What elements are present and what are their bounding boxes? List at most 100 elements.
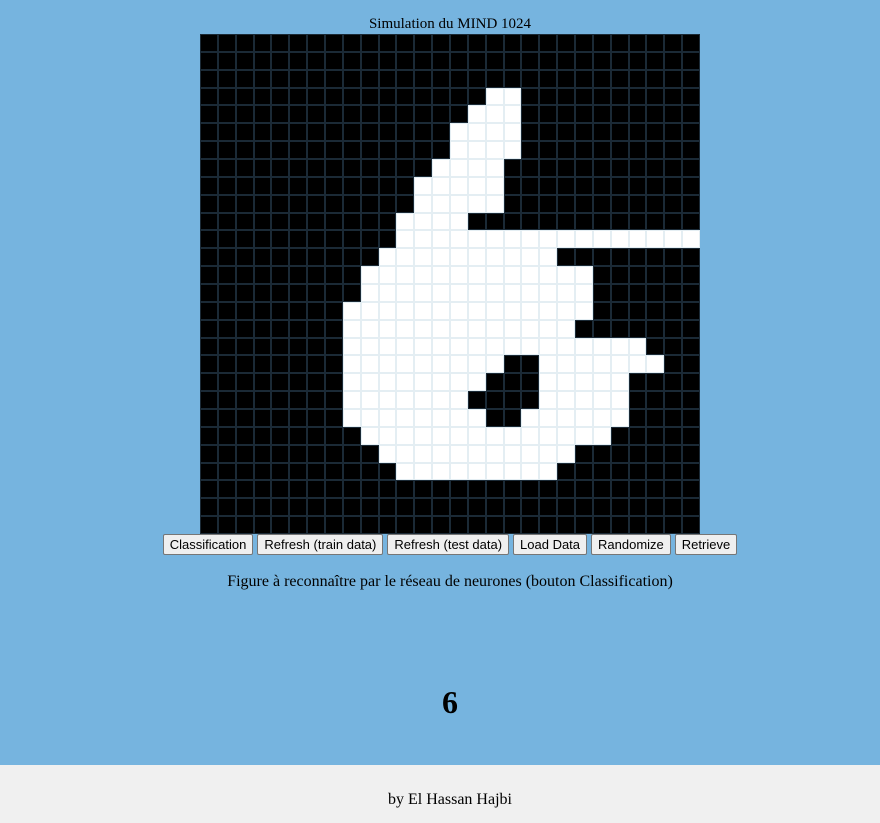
pixel-cell[interactable] xyxy=(217,284,236,302)
pixel-cell[interactable] xyxy=(289,69,308,88)
pixel-cell[interactable] xyxy=(325,212,343,231)
pixel-cell[interactable] xyxy=(378,123,397,142)
pixel-cell[interactable] xyxy=(432,159,450,177)
pixel-cell[interactable] xyxy=(342,194,361,213)
pixel-cell[interactable] xyxy=(414,87,433,106)
pixel-cell[interactable] xyxy=(360,480,379,499)
pixel-cell[interactable] xyxy=(342,51,361,70)
pixel-cell[interactable] xyxy=(664,123,683,142)
pixel-cell[interactable] xyxy=(289,123,308,142)
pixel-cell[interactable] xyxy=(539,284,558,302)
pixel-cell[interactable] xyxy=(467,51,486,70)
pixel-cell[interactable] xyxy=(414,51,433,70)
pixel-cell[interactable] xyxy=(450,337,468,356)
pixel-cell[interactable] xyxy=(539,105,558,124)
pixel-cell[interactable] xyxy=(682,69,700,88)
pixel-cell[interactable] xyxy=(521,498,540,517)
pixel-cell[interactable] xyxy=(575,516,593,534)
pixel-cell[interactable] xyxy=(467,391,486,409)
pixel-cell[interactable] xyxy=(271,391,290,409)
pixel-cell[interactable] xyxy=(253,248,272,267)
pixel-cell[interactable] xyxy=(557,426,575,445)
pixel-cell[interactable] xyxy=(682,516,700,534)
pixel-cell[interactable] xyxy=(467,480,486,499)
pixel-cell[interactable] xyxy=(378,212,397,231)
pixel-cell[interactable] xyxy=(503,355,522,374)
pixel-cell[interactable] xyxy=(342,176,361,195)
pixel-cell[interactable] xyxy=(539,159,558,177)
pixel-cell[interactable] xyxy=(682,105,700,124)
pixel-cell[interactable] xyxy=(289,444,308,463)
pixel-cell[interactable] xyxy=(646,337,665,356)
pixel-cell[interactable] xyxy=(378,51,397,70)
pixel-cell[interactable] xyxy=(378,34,397,52)
pixel-cell[interactable] xyxy=(271,159,290,177)
pixel-cell[interactable] xyxy=(628,230,647,249)
pixel-cell[interactable] xyxy=(592,284,611,302)
pixel-cell[interactable] xyxy=(360,212,379,231)
pixel-cell[interactable] xyxy=(485,319,504,338)
pixel-cell[interactable] xyxy=(557,337,575,356)
pixel-cell[interactable] xyxy=(682,444,700,463)
pixel-cell[interactable] xyxy=(628,301,647,320)
pixel-cell[interactable] xyxy=(646,87,665,106)
pixel-cell[interactable] xyxy=(200,51,218,70)
pixel-cell[interactable] xyxy=(592,462,611,481)
pixel-cell[interactable] xyxy=(467,141,486,159)
pixel-cell[interactable] xyxy=(271,319,290,338)
pixel-cell[interactable] xyxy=(557,51,575,70)
pixel-cell[interactable] xyxy=(682,176,700,195)
pixel-cell[interactable] xyxy=(450,266,468,284)
pixel-cell[interactable] xyxy=(307,301,325,320)
pixel-cell[interactable] xyxy=(307,409,325,427)
pixel-cell[interactable] xyxy=(664,409,683,427)
pixel-cell[interactable] xyxy=(378,176,397,195)
pixel-cell[interactable] xyxy=(253,462,272,481)
pixel-cell[interactable] xyxy=(539,230,558,249)
pixel-cell[interactable] xyxy=(485,69,504,88)
pixel-cell[interactable] xyxy=(539,194,558,213)
pixel-cell[interactable] xyxy=(664,159,683,177)
pixel-cell[interactable] xyxy=(289,159,308,177)
pixel-cell[interactable] xyxy=(342,230,361,249)
pixel-cell[interactable] xyxy=(217,337,236,356)
pixel-cell[interactable] xyxy=(628,87,647,106)
pixel-cell[interactable] xyxy=(432,69,450,88)
pixel-cell[interactable] xyxy=(664,426,683,445)
pixel-cell[interactable] xyxy=(342,337,361,356)
pixel-cell[interactable] xyxy=(521,105,540,124)
pixel-cell[interactable] xyxy=(253,301,272,320)
pixel-cell[interactable] xyxy=(235,230,254,249)
pixel-cell[interactable] xyxy=(521,230,540,249)
pixel-cell[interactable] xyxy=(682,51,700,70)
pixel-cell[interactable] xyxy=(342,480,361,499)
pixel-cell[interactable] xyxy=(396,34,415,52)
pixel-cell[interactable] xyxy=(485,409,504,427)
pixel-cell[interactable] xyxy=(610,51,629,70)
pixel-cell[interactable] xyxy=(289,462,308,481)
pixel-cell[interactable] xyxy=(539,426,558,445)
pixel-cell[interactable] xyxy=(485,462,504,481)
pixel-cell[interactable] xyxy=(557,498,575,517)
pixel-cell[interactable] xyxy=(360,51,379,70)
pixel-cell[interactable] xyxy=(235,159,254,177)
pixel-cell[interactable] xyxy=(360,105,379,124)
pixel-cell[interactable] xyxy=(396,462,415,481)
pixel-cell[interactable] xyxy=(521,373,540,392)
pixel-cell[interactable] xyxy=(485,373,504,392)
pixel-cell[interactable] xyxy=(307,462,325,481)
pixel-cell[interactable] xyxy=(271,230,290,249)
pixel-cell[interactable] xyxy=(646,498,665,517)
pixel-cell[interactable] xyxy=(396,373,415,392)
pixel-cell[interactable] xyxy=(378,159,397,177)
pixel-cell[interactable] xyxy=(521,69,540,88)
pixel-cell[interactable] xyxy=(521,266,540,284)
pixel-cell[interactable] xyxy=(360,409,379,427)
pixel-cell[interactable] xyxy=(325,426,343,445)
pixel-cell[interactable] xyxy=(503,69,522,88)
pixel-cell[interactable] xyxy=(271,426,290,445)
pixel-cell[interactable] xyxy=(217,34,236,52)
pixel-cell[interactable] xyxy=(271,498,290,517)
pixel-cell[interactable] xyxy=(360,176,379,195)
pixel-cell[interactable] xyxy=(664,480,683,499)
